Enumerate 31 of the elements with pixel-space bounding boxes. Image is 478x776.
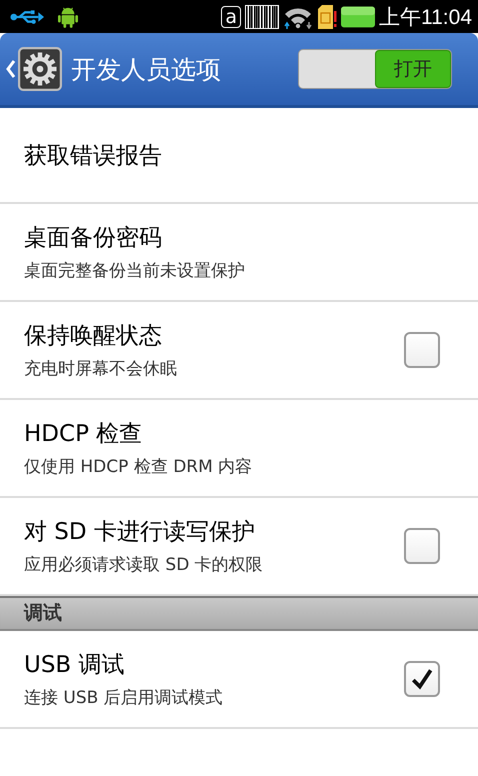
item-title: 桌面备份密码 (24, 224, 163, 253)
settings-icon (18, 47, 62, 91)
item-title: 获取错误报告 (24, 142, 163, 170)
item-summary: 应用必须请求读取 SD 卡的权限 (24, 554, 264, 576)
back-icon[interactable] (6, 59, 16, 79)
section-header: 调试 (0, 596, 478, 631)
item-title: 对 SD 卡进行读写保护 (24, 518, 256, 547)
checkbox[interactable] (404, 528, 440, 564)
item-summary: 桌面完整备份当前未设置保护 (24, 260, 246, 282)
settings-item[interactable]: 获取错误报告 (0, 108, 478, 204)
android-icon (58, 6, 78, 28)
usb-icon (10, 8, 44, 24)
settings-item[interactable]: HDCP 检查 仅使用 HDCP 检查 DRM 内容 (0, 400, 478, 498)
settings-item[interactable]: USB 调试 连接 USB 后启用调试模式 (0, 631, 478, 729)
sim-card-icon (317, 4, 337, 28)
screen-title: 开发人员选项 (71, 54, 222, 86)
status-time: 上午11:04 (379, 4, 472, 30)
settings-item[interactable]: 桌面备份密码 桌面完整备份当前未设置保护 (0, 204, 478, 302)
barcode-icon (245, 4, 279, 28)
checkbox[interactable] (404, 332, 440, 368)
checkbox[interactable] (404, 661, 440, 697)
settings-item[interactable]: 保持唤醒状态 充电时屏幕不会休眠 (0, 302, 478, 400)
item-title: 保持唤醒状态 (24, 322, 163, 351)
item-summary: 充电时屏幕不会休眠 (24, 358, 178, 380)
item-title: USB 调试 (24, 651, 126, 680)
item-summary: 连接 USB 后启用调试模式 (24, 687, 224, 709)
item-summary: 仅使用 HDCP 检查 DRM 内容 (24, 456, 254, 478)
status-badge: a (221, 6, 241, 28)
master-toggle[interactable]: 打开 (298, 49, 452, 89)
battery-icon (341, 6, 375, 28)
item-title: HDCP 检查 (24, 420, 144, 449)
